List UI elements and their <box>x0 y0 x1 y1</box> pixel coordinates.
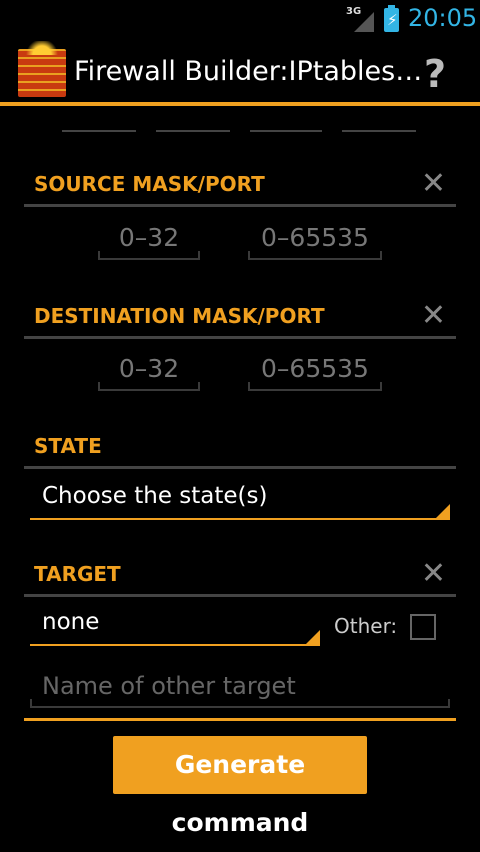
state-header-label: STATE <box>34 434 102 458</box>
clear-target-icon[interactable]: ✕ <box>421 556 446 591</box>
action-bar: Firewall Builder:IPtables… ? <box>0 38 480 106</box>
dropdown-corner-icon <box>306 630 320 644</box>
scrolled-field[interactable] <box>250 110 322 132</box>
rule-form: SOURCE MASK/PORT ✕ 0–32 0–65535 DESTINAT… <box>0 106 480 837</box>
target-spinner[interactable]: none <box>30 602 320 646</box>
scrolled-field[interactable] <box>156 110 230 132</box>
source-header-label: SOURCE MASK/PORT <box>34 172 265 196</box>
destination-port-input[interactable]: 0–65535 <box>248 349 382 391</box>
brick-wall-fire-icon[interactable] <box>18 41 66 97</box>
dropdown-corner-icon <box>436 504 450 518</box>
target-spinner-value: none <box>42 609 100 635</box>
source-section-header: SOURCE MASK/PORT ✕ <box>24 166 456 207</box>
scrolled-field[interactable] <box>62 110 136 132</box>
destination-mask-input[interactable]: 0–32 <box>98 349 200 391</box>
state-spinner-value: Choose the state(s) <box>42 483 268 509</box>
source-port-input[interactable]: 0–65535 <box>248 218 382 260</box>
scrolled-field[interactable] <box>342 110 416 132</box>
source-mask-input[interactable]: 0–32 <box>98 218 200 260</box>
other-target-checkbox[interactable] <box>410 614 436 640</box>
other-target-input[interactable]: Name of other target <box>30 666 450 708</box>
generate-command-button[interactable]: Generate command <box>113 736 367 837</box>
destination-header-label: DESTINATION MASK/PORT <box>34 304 325 328</box>
destination-section-header: DESTINATION MASK/PORT ✕ <box>24 298 456 339</box>
target-section-header: TARGET ✕ <box>24 556 456 597</box>
target-header-label: TARGET <box>34 562 121 586</box>
state-spinner[interactable]: Choose the state(s) <box>30 476 450 520</box>
battery-charging-icon: ⚡ <box>384 5 399 32</box>
app-title: Firewall Builder:IPtables… <box>74 56 423 87</box>
signal-3g-icon: 3G <box>346 6 376 34</box>
status-bar: 3G ⚡ 20:05 <box>0 0 480 38</box>
clock: 20:05 <box>408 4 478 32</box>
clear-destination-icon[interactable]: ✕ <box>421 298 446 333</box>
section-divider <box>24 718 456 721</box>
help-icon[interactable]: ? <box>424 52 446 96</box>
state-section-header: STATE <box>24 430 456 469</box>
clear-source-icon[interactable]: ✕ <box>421 166 446 201</box>
other-target-label: Other: <box>334 614 398 638</box>
